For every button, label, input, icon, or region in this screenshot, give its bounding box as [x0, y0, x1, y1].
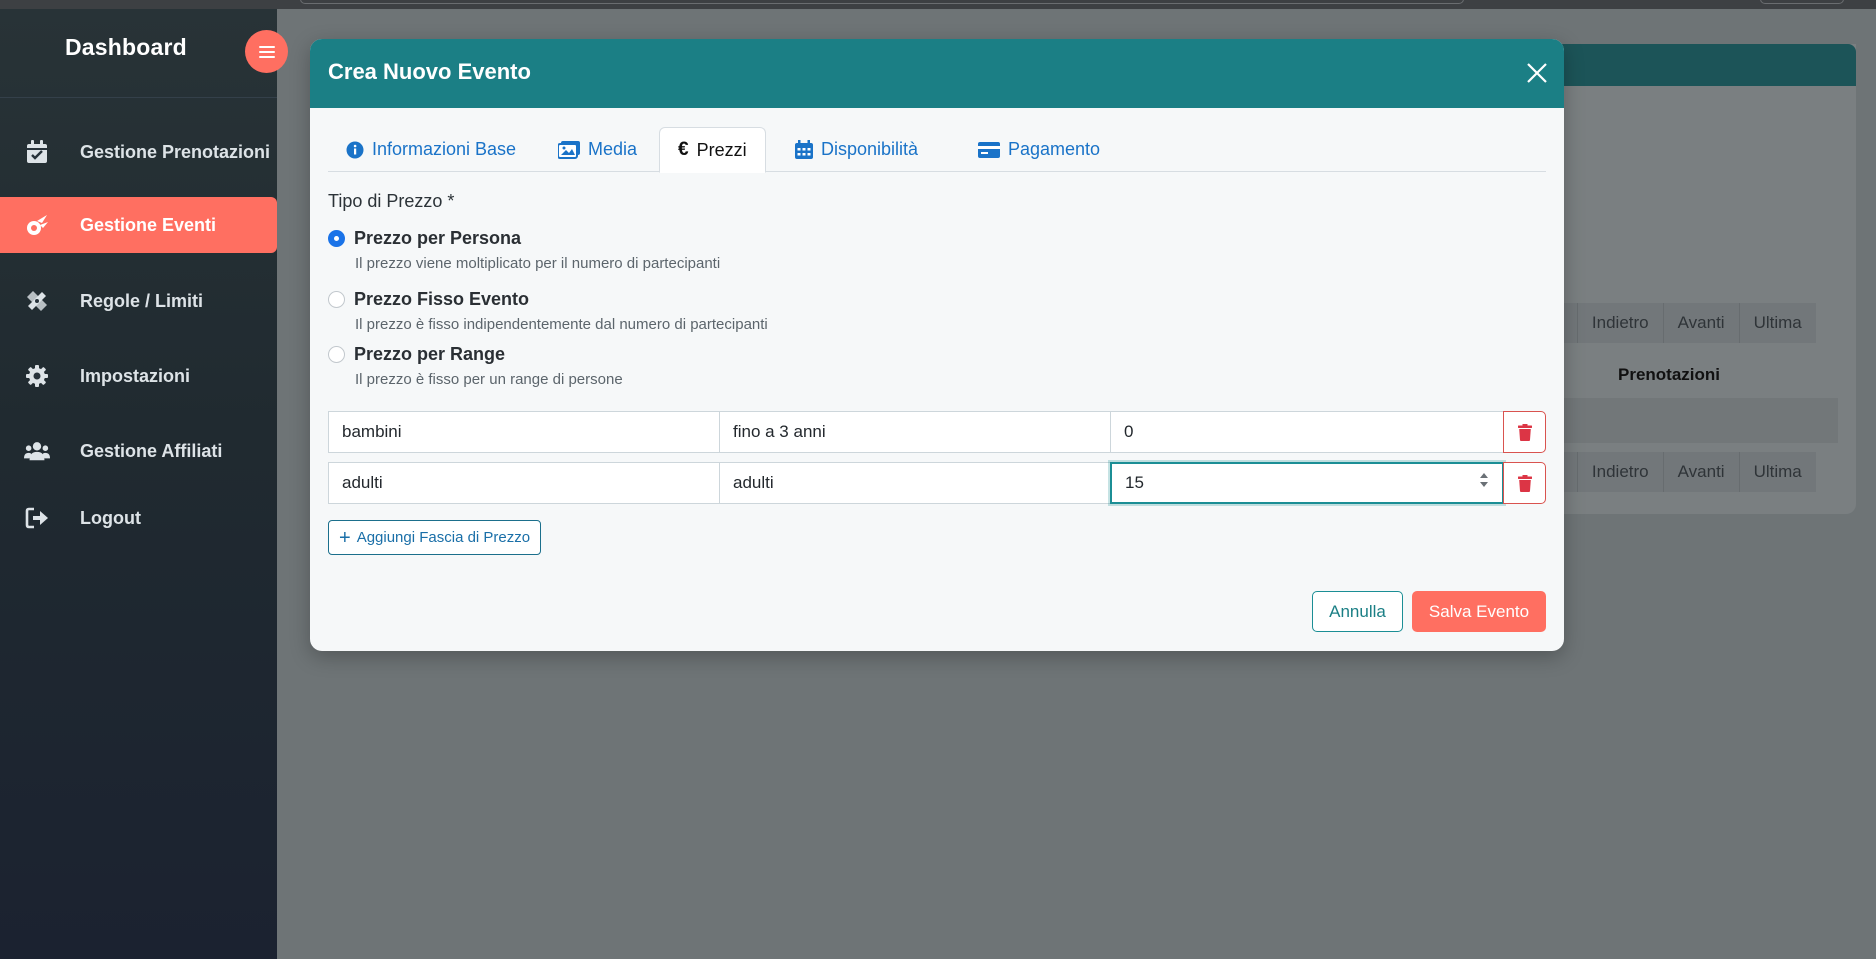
- pager-bottom: na Indietro Avanti Ultima: [1529, 452, 1816, 492]
- tab-pagamento[interactable]: Pagamento: [960, 127, 1118, 172]
- sidebar-item-gestione-eventi[interactable]: Gestione Eventi: [0, 197, 277, 253]
- sidebar-item-label: Gestione Prenotazioni: [80, 141, 271, 162]
- price-row: bambini fino a 3 anni 0: [328, 411, 1546, 453]
- sidebar-item-logout[interactable]: Logout: [0, 490, 277, 546]
- tab-label: Informazioni Base: [372, 139, 517, 159]
- add-price-tier-button[interactable]: + Aggiungi Fascia di Prezzo: [328, 520, 542, 555]
- cancel-button[interactable]: Annulla: [1312, 591, 1403, 632]
- address-bar: [300, 0, 1464, 4]
- close-icon: [1527, 63, 1547, 83]
- browser-topbar: [0, 0, 1876, 9]
- tab-media[interactable]: Media: [540, 127, 655, 172]
- modal-header: Crea Nuovo Evento: [310, 39, 1564, 108]
- pager-item: Indietro: [1576, 303, 1663, 343]
- radio-button[interactable]: [328, 346, 345, 363]
- sidebar-item-regole-limiti[interactable]: Regole / Limiti: [0, 273, 277, 329]
- sidebar-item-label: Impostazioni: [80, 365, 191, 386]
- price-description-input[interactable]: adulti: [719, 462, 1111, 504]
- table-column-header: Prenotazioni: [1618, 365, 1721, 384]
- radio-prezzo-per-persona[interactable]: Prezzo per Persona: [328, 228, 521, 249]
- calendar-check-icon: [24, 139, 50, 165]
- tab-label: Disponibilità: [821, 139, 919, 159]
- tab-label: Prezzi: [696, 139, 747, 160]
- radio-prezzo-fisso-evento[interactable]: Prezzo Fisso Evento: [328, 289, 529, 310]
- radio-title: Prezzo Fisso Evento: [354, 289, 530, 309]
- radio-button[interactable]: [328, 291, 345, 308]
- delete-price-row-button[interactable]: [1503, 462, 1546, 504]
- calendar-icon: [795, 140, 813, 159]
- price-value-input[interactable]: 0: [1110, 411, 1504, 453]
- add-price-tier-label: Aggiungi Fascia di Prezzo: [356, 529, 531, 546]
- modal-title: Crea Nuovo Evento: [328, 59, 531, 84]
- create-event-modal: Crea Nuovo Evento Informazioni Base Medi…: [310, 39, 1564, 651]
- credit-card-icon: [978, 141, 1000, 158]
- images-icon: [558, 140, 580, 159]
- trash-icon: [1517, 474, 1532, 492]
- modal-tabs: Informazioni Base Media € Prezzi Disponi…: [328, 127, 1546, 173]
- sidebar-item-label: Gestione Affiliati: [80, 440, 223, 461]
- sidebar-divider: [0, 97, 277, 98]
- sidebar-item-gestione-affiliati[interactable]: Gestione Affiliati: [0, 423, 277, 479]
- number-stepper[interactable]: [1480, 473, 1488, 487]
- pager-item: Avanti: [1662, 303, 1739, 343]
- sign-out-icon: [24, 505, 50, 531]
- euro-icon: €: [678, 139, 689, 160]
- trash-icon: [1517, 423, 1532, 441]
- pencil-ruler-icon: [24, 288, 50, 314]
- tab-prezzi[interactable]: € Prezzi: [659, 127, 766, 173]
- sidebar-item-label: Gestione Eventi: [80, 214, 217, 235]
- pager-item: Indietro: [1576, 452, 1663, 492]
- plus-icon: +: [339, 526, 351, 549]
- pager-top: na Indietro Avanti Ultima: [1529, 303, 1816, 343]
- price-name-input[interactable]: adulti: [328, 462, 720, 504]
- radio-description: Il prezzo è fisso per un range di person…: [355, 371, 623, 388]
- gear-icon: [24, 363, 50, 389]
- sidebar-item-label: Logout: [80, 507, 141, 528]
- radio-description: Il prezzo è fisso indipendentemente dal …: [355, 316, 768, 333]
- radio-prezzo-per-range[interactable]: Prezzo per Range: [328, 344, 505, 365]
- close-button[interactable]: [1526, 61, 1550, 85]
- sidebar-item-impostazioni[interactable]: Impostazioni: [0, 348, 277, 404]
- pager-item: Ultima: [1738, 452, 1816, 492]
- toolbar-button: [1760, 0, 1844, 4]
- hamburger-icon: [258, 45, 275, 58]
- radio-description: Il prezzo viene moltiplicato per il nume…: [355, 255, 721, 272]
- tab-informazioni-base[interactable]: Informazioni Base: [328, 127, 534, 172]
- sidebar-item-label: Regole / Limiti: [80, 290, 204, 311]
- info-circle-icon: [346, 141, 364, 158]
- price-row: adulti adulti 15: [328, 462, 1546, 504]
- tab-label: Media: [588, 139, 638, 159]
- save-event-button[interactable]: Salva Evento: [1412, 591, 1546, 632]
- sidebar-item-gestione-prenotazioni[interactable]: Gestione Prenotazioni: [0, 124, 277, 180]
- meteor-icon: [24, 212, 50, 238]
- radio-title: Prezzo per Persona: [354, 228, 522, 248]
- sidebar: Dashboard Gestione Prenotazioni Gestione…: [0, 9, 277, 959]
- sidebar-toggle-button[interactable]: [245, 30, 288, 73]
- price-description-input[interactable]: fino a 3 anni: [719, 411, 1111, 453]
- pager-item: Ultima: [1738, 303, 1816, 343]
- price-name-input[interactable]: bambini: [328, 411, 720, 453]
- price-value-text: 15: [1125, 473, 1144, 492]
- users-icon: [24, 438, 50, 464]
- price-type-label: Tipo di Prezzo *: [328, 191, 455, 211]
- pager-item: Avanti: [1662, 452, 1739, 492]
- tab-label: Pagamento: [1008, 139, 1101, 159]
- tab-disponibilita[interactable]: Disponibilità: [777, 127, 936, 172]
- brand-title: Dashboard: [65, 34, 187, 60]
- price-value-input[interactable]: 15: [1110, 462, 1504, 504]
- delete-price-row-button[interactable]: [1503, 411, 1546, 453]
- radio-button[interactable]: [328, 230, 345, 247]
- radio-title: Prezzo per Range: [354, 344, 506, 364]
